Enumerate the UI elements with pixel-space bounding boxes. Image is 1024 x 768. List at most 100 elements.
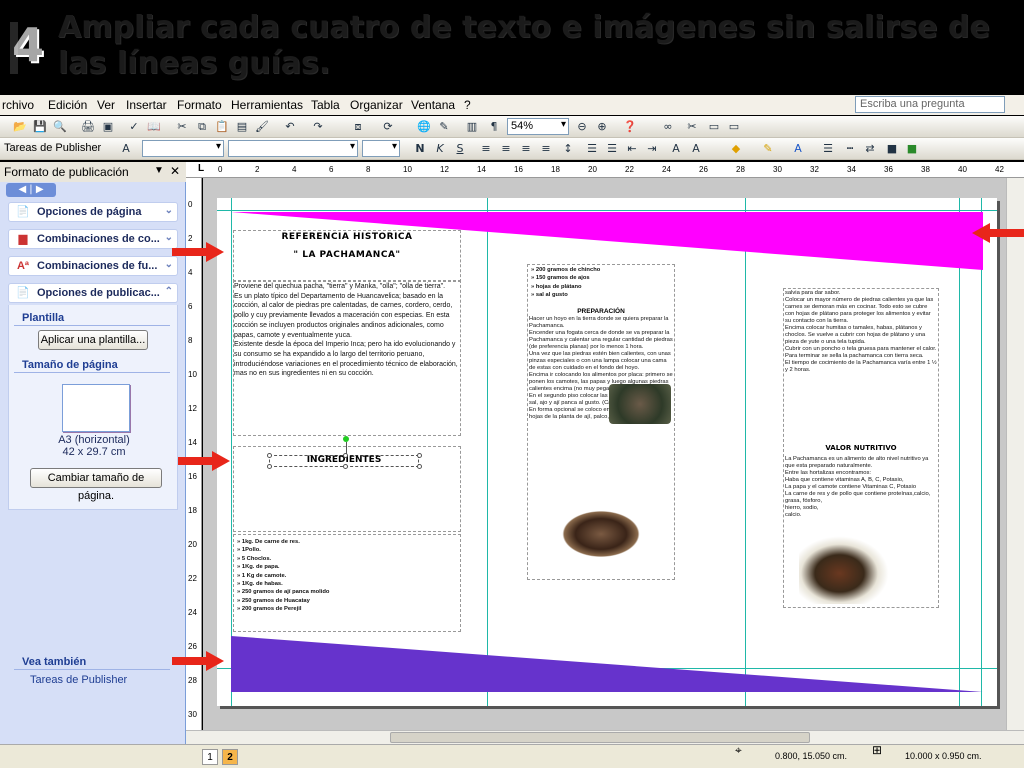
search-icon[interactable]: 🔍: [52, 119, 68, 135]
3d-icon[interactable]: ■: [904, 141, 920, 157]
publisher-tasks-button[interactable]: Tareas de Publisher: [4, 142, 101, 154]
menu-help[interactable]: ?: [464, 98, 471, 112]
publication-page[interactable]: REFERENCIA HISTORICA " LA PACHAMANCA" Pr…: [217, 198, 997, 706]
grow-font-icon[interactable]: A: [668, 141, 684, 157]
horizontal-ruler[interactable]: L 0 2 4 6 8 10 12 14 16 18 20 22 24 26 2…: [186, 162, 1024, 178]
section-font-schemes[interactable]: Aª Combinaciones de fu... ⌄: [8, 256, 178, 276]
list-item: » 250 gramos de ají panca molido: [237, 589, 330, 596]
task-pane-nav[interactable]: ◀ | ▶: [6, 183, 56, 197]
shrink-font-icon[interactable]: A: [688, 141, 704, 157]
drawing-icon[interactable]: ✎: [436, 119, 452, 135]
preparation-title: PREPARACIÓN: [577, 308, 625, 315]
list-item: » 200 gramos de Perejil: [237, 606, 302, 613]
text-box-next-icon[interactable]: ▭: [726, 119, 742, 135]
copy-icon[interactable]: ⧉: [194, 119, 210, 135]
decrease-indent-icon[interactable]: ⇤: [624, 141, 640, 157]
menu-organizar[interactable]: Organizar: [350, 98, 403, 112]
font-color-icon[interactable]: A: [790, 141, 806, 157]
spelling-icon[interactable]: ✓: [126, 119, 142, 135]
text-box-icon[interactable]: ▭: [706, 119, 722, 135]
research-icon[interactable]: 📖: [146, 119, 162, 135]
menu-insertar[interactable]: Insertar: [126, 98, 167, 112]
pilcrow-icon[interactable]: ¶: [486, 119, 502, 135]
bring-front-icon[interactable]: ⧈: [350, 119, 366, 135]
justify-icon[interactable]: ≡: [538, 141, 554, 157]
link-icon[interactable]: ∞: [660, 119, 676, 135]
menu-herramientas[interactable]: Herramientas: [231, 98, 303, 112]
columns-icon[interactable]: ▥: [464, 119, 480, 135]
page-size-preview[interactable]: [62, 384, 130, 432]
redo-icon[interactable]: ↷: [310, 119, 326, 135]
apply-template-button[interactable]: Aplicar una plantilla...: [38, 330, 148, 350]
list-item: » 1 Kg de camote.: [237, 572, 287, 579]
menu-archivo[interactable]: rchivo: [2, 98, 34, 112]
align-center-icon[interactable]: ≡: [498, 141, 514, 157]
resize-handle[interactable]: [417, 464, 422, 469]
underline-button[interactable]: S: [452, 141, 468, 157]
bottom-banner: [231, 636, 983, 692]
undo-icon[interactable]: ↶: [282, 119, 298, 135]
align-left-icon[interactable]: ≡: [478, 141, 494, 157]
numbering-icon[interactable]: ☰: [584, 141, 600, 157]
page-2-button[interactable]: 2: [222, 749, 238, 765]
save-icon[interactable]: 💾: [32, 119, 48, 135]
line-style-icon[interactable]: ☰: [820, 141, 836, 157]
dash-style-icon[interactable]: ┅: [842, 141, 858, 157]
menu-formato[interactable]: Formato: [177, 98, 222, 112]
italic-button[interactable]: K: [432, 141, 448, 157]
shadow-icon[interactable]: ■: [884, 141, 900, 157]
red-arrow-right: [172, 651, 224, 671]
line-color-icon[interactable]: ✎: [760, 141, 776, 157]
style-select[interactable]: [142, 140, 224, 157]
open-icon[interactable]: 📂: [12, 119, 28, 135]
zoom-in-icon[interactable]: ⊕: [594, 119, 610, 135]
bullets-icon[interactable]: ☰: [604, 141, 620, 157]
menu-tabla[interactable]: Tabla: [311, 98, 340, 112]
section-color-schemes[interactable]: ▆ Combinaciones de co... ⌄: [8, 229, 178, 249]
pachamanca-photo[interactable]: [561, 510, 641, 558]
resize-handle[interactable]: [267, 453, 272, 458]
scroll-thumb[interactable]: [390, 732, 810, 743]
section-page-options[interactable]: 📄 Opciones de página ⌄: [8, 202, 178, 222]
bold-button[interactable]: N: [412, 141, 428, 157]
stones-photo[interactable]: [609, 384, 671, 424]
resize-handle[interactable]: [343, 464, 348, 469]
menu-ventana[interactable]: Ventana: [411, 98, 455, 112]
change-page-size-button[interactable]: Cambiar tamaño de página.: [30, 468, 162, 502]
paste-icon[interactable]: 📋: [214, 119, 230, 135]
menu-edicion[interactable]: Edición: [48, 98, 87, 112]
help-icon[interactable]: ❓: [622, 119, 638, 135]
print-preview-icon[interactable]: ▣: [100, 119, 116, 135]
menu-ver[interactable]: Ver: [97, 98, 115, 112]
hyperlink-icon[interactable]: 🌐: [416, 119, 432, 135]
resize-handle[interactable]: [417, 453, 422, 458]
paste-special-icon[interactable]: ▤: [234, 119, 250, 135]
close-icon[interactable]: ✕: [170, 164, 180, 178]
publisher-tasks-link[interactable]: Tareas de Publisher: [30, 674, 127, 686]
dish-photo[interactable]: [799, 536, 889, 604]
rotate-icon[interactable]: ⟳: [380, 119, 396, 135]
font-select[interactable]: [228, 140, 358, 157]
ask-question-input[interactable]: Escriba una pregunta: [855, 96, 1005, 113]
tab-selector[interactable]: L: [198, 163, 204, 174]
page-1-button[interactable]: 1: [202, 749, 218, 765]
unlink-icon[interactable]: ✂: [684, 119, 700, 135]
zoom-out-icon[interactable]: ⊖: [574, 119, 590, 135]
increase-indent-icon[interactable]: ⇥: [644, 141, 660, 157]
fill-color-icon[interactable]: ◆: [728, 141, 744, 157]
arrow-style-icon[interactable]: ⇄: [862, 141, 878, 157]
section-publication-options[interactable]: 📄 Opciones de publicac... ⌃: [8, 283, 178, 303]
dropdown-icon[interactable]: ▼: [154, 165, 164, 176]
cut-icon[interactable]: ✂: [174, 119, 190, 135]
align-right-icon[interactable]: ≡: [518, 141, 534, 157]
print-icon[interactable]: 🖨: [80, 119, 96, 135]
vertical-scrollbar[interactable]: [1006, 178, 1024, 730]
resize-handle[interactable]: [267, 464, 272, 469]
styles-icon[interactable]: A: [118, 141, 134, 157]
font-size-select[interactable]: [362, 140, 400, 157]
zoom-select[interactable]: 54%: [507, 118, 569, 135]
horizontal-scrollbar[interactable]: [186, 730, 1024, 744]
format-painter-icon[interactable]: 🖌: [254, 119, 270, 135]
resize-handle[interactable]: [343, 453, 348, 458]
line-spacing-icon[interactable]: ↕: [560, 141, 576, 157]
